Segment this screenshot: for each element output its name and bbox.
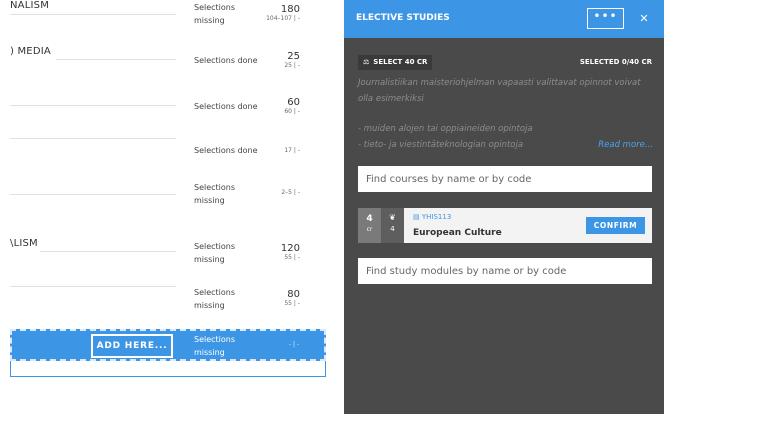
description-text: Journalistiikan maisteriohjelman vapaast… xyxy=(358,78,641,104)
divider xyxy=(40,251,176,252)
selection-status: Selections done xyxy=(194,56,258,65)
credits-range: 55 | - xyxy=(284,254,300,261)
laurel-icon: ❦ xyxy=(389,213,396,222)
selection-status: Selections done xyxy=(194,146,258,155)
credits-total: 120 xyxy=(280,243,300,254)
selection-status: Selections done xyxy=(194,102,258,111)
course-card[interactable]: 4 cr ❦ 4 ▤ YHIS113 European Culture CONF… xyxy=(358,208,652,243)
study-plan: NALISM Selections missing 180 104–107 | … xyxy=(0,0,344,432)
selection-status: Selections missing xyxy=(194,183,236,205)
add-here-button[interactable]: ADD HERE... xyxy=(91,334,173,358)
elective-studies-panel: ELECTIVE STUDIES ••• ✕ ⚖ SELECT 40 CR SEL… xyxy=(344,0,664,414)
credits-block: 25 25 | - xyxy=(262,51,300,70)
divider xyxy=(10,194,176,195)
credits-block: 2–5 | - xyxy=(262,189,300,196)
module-name: \LISM xyxy=(10,238,38,249)
credits-block: 120 55 | - xyxy=(262,243,300,262)
credits-range: 60 | - xyxy=(284,108,300,115)
selection-rule-icon: ⚖ xyxy=(363,58,370,66)
confirm-button[interactable]: CONFIRM xyxy=(586,217,645,234)
dropzone-outline xyxy=(10,361,326,377)
app-root: NALISM Selections missing 180 104–107 | … xyxy=(0,0,768,432)
course-credits-value: 4 xyxy=(366,214,373,224)
credits-total: 80 xyxy=(287,289,300,300)
drop-zone[interactable]: ADD HERE... Selections missing - | - xyxy=(10,329,326,361)
credits-range: 55 | - xyxy=(284,300,300,307)
description-bullet: - tieto- ja viestintäteknologian opintoj… xyxy=(358,140,524,150)
description-bullet: - muiden alojen tai oppiaineiden opintoj… xyxy=(358,124,533,134)
select-credits-tag: ⚖ SELECT 40 CR xyxy=(358,55,433,70)
course-search-input[interactable] xyxy=(358,166,652,192)
course-name: European Culture xyxy=(413,228,502,238)
credits-block: 180 104–107 | - xyxy=(262,4,300,23)
read-more-link[interactable]: Read more... xyxy=(598,140,653,150)
course-grade-value: 4 xyxy=(390,225,395,233)
dropzone-status: Selections missing xyxy=(194,335,236,357)
selection-status: Selections missing xyxy=(194,242,236,264)
panel-title: ELECTIVE STUDIES xyxy=(356,13,450,23)
course-code-text: YHIS113 xyxy=(421,213,452,221)
credits-total: 25 xyxy=(287,51,300,62)
credits-range: 2–5 | - xyxy=(281,189,300,196)
course-code[interactable]: ▤ YHIS113 xyxy=(413,213,451,221)
selection-status: Selections missing xyxy=(194,3,236,25)
credits-total: 180 xyxy=(280,4,300,15)
course-credits-unit: cr xyxy=(366,226,373,233)
credits-range: 104–107 | - xyxy=(266,15,300,22)
module-search-input[interactable] xyxy=(358,258,652,284)
divider xyxy=(10,286,176,287)
divider xyxy=(10,105,176,106)
panel-header: ELECTIVE STUDIES ••• ✕ xyxy=(344,0,664,38)
credits-range: 25 | - xyxy=(284,62,300,69)
divider xyxy=(56,59,176,60)
course-credits: 4 cr xyxy=(358,208,381,243)
more-options-button[interactable]: ••• xyxy=(587,8,624,29)
credits-block: 17 | - xyxy=(262,147,300,154)
credits-total: 60 xyxy=(287,97,300,108)
document-icon: ▤ xyxy=(413,213,420,221)
selected-count: SELECTED 0/40 CR xyxy=(579,58,652,66)
select-credits-label: SELECT 40 CR xyxy=(373,58,428,66)
close-icon[interactable]: ✕ xyxy=(633,8,655,29)
module-name: ) MEDIA xyxy=(10,46,51,57)
credits-range: 17 | - xyxy=(284,147,300,154)
selection-status: Selections missing xyxy=(194,288,236,310)
credits-block: 60 60 | - xyxy=(262,97,300,116)
divider xyxy=(10,14,176,15)
divider xyxy=(10,138,176,139)
credits-block: 80 55 | - xyxy=(262,289,300,308)
module-name: NALISM xyxy=(10,0,50,11)
dropzone-range: - | - xyxy=(288,341,300,348)
course-grade-block: ❦ 4 xyxy=(381,208,404,243)
